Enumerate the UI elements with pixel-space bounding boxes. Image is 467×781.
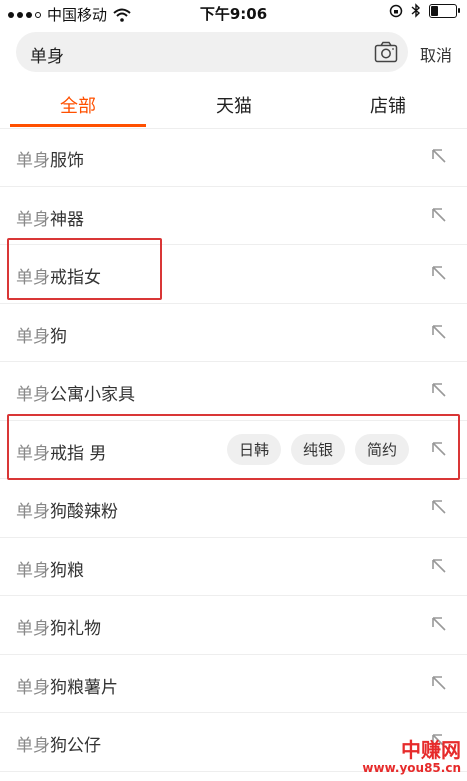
suggestion-label: 单身神器 bbox=[16, 205, 84, 230]
suggestion-item[interactable]: 单身狗粮薯片 bbox=[0, 655, 467, 713]
suggestion-label: 单身狗 bbox=[16, 322, 67, 347]
suggestion-item[interactable]: 单身戒指 男 日韩 纯银 简约 bbox=[0, 421, 467, 479]
suggestion-text: 狗 bbox=[50, 326, 67, 347]
watermark-title: 中赚网 bbox=[401, 738, 461, 762]
status-bar: 中国移动 下午9:06 bbox=[0, 0, 467, 26]
suggestion-text: 服饰 bbox=[50, 151, 84, 171]
suggestion-item[interactable]: 单身服饰 bbox=[0, 128, 467, 187]
search-query[interactable]: 单身 bbox=[30, 42, 64, 67]
suggestion-text: 公寓小家具 bbox=[50, 385, 135, 405]
suggestion-text: 戒指女 bbox=[50, 268, 101, 288]
suggestion-item[interactable]: 单身神器 bbox=[0, 187, 467, 245]
suggestion-prefix: 单身 bbox=[16, 268, 50, 288]
fill-query-arrow-icon[interactable] bbox=[431, 616, 447, 632]
status-right bbox=[389, 3, 460, 18]
suggestion-prefix: 单身 bbox=[16, 209, 50, 230]
suggestion-chips: 日韩 纯银 简约 bbox=[226, 433, 409, 465]
suggestion-text: 神器 bbox=[50, 209, 84, 230]
suggestion-item[interactable]: 单身狗 bbox=[0, 304, 467, 362]
suggestion-label: 单身公寓小家具 bbox=[16, 380, 135, 405]
fill-query-arrow-icon[interactable] bbox=[431, 675, 447, 691]
suggestion-chip[interactable]: 纯银 bbox=[290, 433, 345, 465]
suggestion-prefix: 单身 bbox=[16, 385, 50, 405]
active-tab-indicator bbox=[10, 124, 146, 127]
suggestion-prefix: 单身 bbox=[16, 326, 50, 347]
suggestion-item[interactable]: 单身狗礼物 bbox=[0, 596, 467, 655]
suggestion-chip[interactable]: 简约 bbox=[354, 433, 409, 465]
battery-icon bbox=[429, 3, 460, 18]
search-input[interactable]: 单身 bbox=[16, 32, 408, 72]
fill-query-arrow-icon[interactable] bbox=[431, 207, 447, 223]
suggestion-label: 单身狗公仔 bbox=[16, 731, 101, 756]
fill-query-arrow-icon[interactable] bbox=[431, 499, 447, 515]
suggestion-prefix: 单身 bbox=[16, 619, 50, 639]
fill-query-arrow-icon[interactable] bbox=[431, 558, 447, 574]
suggestion-text: 狗酸辣粉 bbox=[50, 502, 118, 522]
orientation-lock-icon bbox=[389, 4, 403, 17]
suggestion-prefix: 单身 bbox=[16, 502, 50, 522]
suggestion-item[interactable]: 单身公寓小家具 bbox=[0, 362, 467, 421]
fill-query-arrow-icon[interactable] bbox=[431, 148, 447, 164]
fill-query-arrow-icon[interactable] bbox=[431, 441, 447, 457]
suggestion-text: 狗公仔 bbox=[50, 736, 101, 756]
suggestion-label: 单身狗酸辣粉 bbox=[16, 497, 118, 522]
suggestion-label: 单身服饰 bbox=[16, 146, 84, 171]
suggestion-prefix: 单身 bbox=[16, 151, 50, 171]
tab-tmall[interactable]: 天猫 bbox=[164, 92, 304, 118]
suggestion-label: 单身狗粮薯片 bbox=[16, 673, 118, 698]
suggestion-prefix: 单身 bbox=[16, 560, 50, 581]
suggestion-list: 单身服饰 单身神器 单身戒指女 单身狗 单身公寓小家具 单身戒指 男日韩 纯银 简约 单身狗酸辣… bbox=[0, 128, 467, 772]
suggestion-chip[interactable]: 日韩 bbox=[226, 433, 281, 465]
tab-shops[interactable]: 店铺 bbox=[318, 92, 458, 118]
fill-query-arrow-icon[interactable] bbox=[431, 265, 447, 281]
search-tabs: 全部 天猫 店铺 bbox=[0, 80, 467, 129]
suggestion-text: 狗礼物 bbox=[50, 619, 101, 639]
tab-all[interactable]: 全部 bbox=[8, 92, 148, 118]
watermark-url: www.you85.cn bbox=[362, 761, 461, 775]
bluetooth-icon bbox=[411, 3, 421, 18]
suggestion-label: 单身狗礼物 bbox=[16, 614, 101, 639]
suggestion-prefix: 单身 bbox=[16, 443, 50, 464]
cancel-button[interactable]: 取消 bbox=[420, 42, 452, 66]
suggestion-text: 戒指 男 bbox=[50, 443, 107, 464]
suggestion-item[interactable]: 单身狗粮 bbox=[0, 538, 467, 596]
suggestion-text: 狗粮 bbox=[50, 560, 84, 581]
watermark: 中赚网 www.you85.cn bbox=[362, 739, 461, 775]
suggestion-text: 狗粮薯片 bbox=[50, 677, 118, 698]
search-bar-row: 单身 取消 bbox=[0, 30, 467, 76]
suggestion-prefix: 单身 bbox=[16, 736, 50, 756]
fill-query-arrow-icon[interactable] bbox=[431, 382, 447, 398]
suggestion-label: 单身戒指女 bbox=[16, 263, 101, 288]
suggestion-item[interactable]: 单身狗酸辣粉 bbox=[0, 479, 467, 538]
suggestion-prefix: 单身 bbox=[16, 677, 50, 698]
camera-icon[interactable] bbox=[374, 41, 398, 63]
suggestion-item[interactable]: 单身戒指女 bbox=[0, 245, 467, 304]
suggestion-label: 单身狗粮 bbox=[16, 556, 84, 581]
fill-query-arrow-icon[interactable] bbox=[431, 324, 447, 340]
suggestion-label: 单身戒指 男 bbox=[16, 439, 106, 464]
